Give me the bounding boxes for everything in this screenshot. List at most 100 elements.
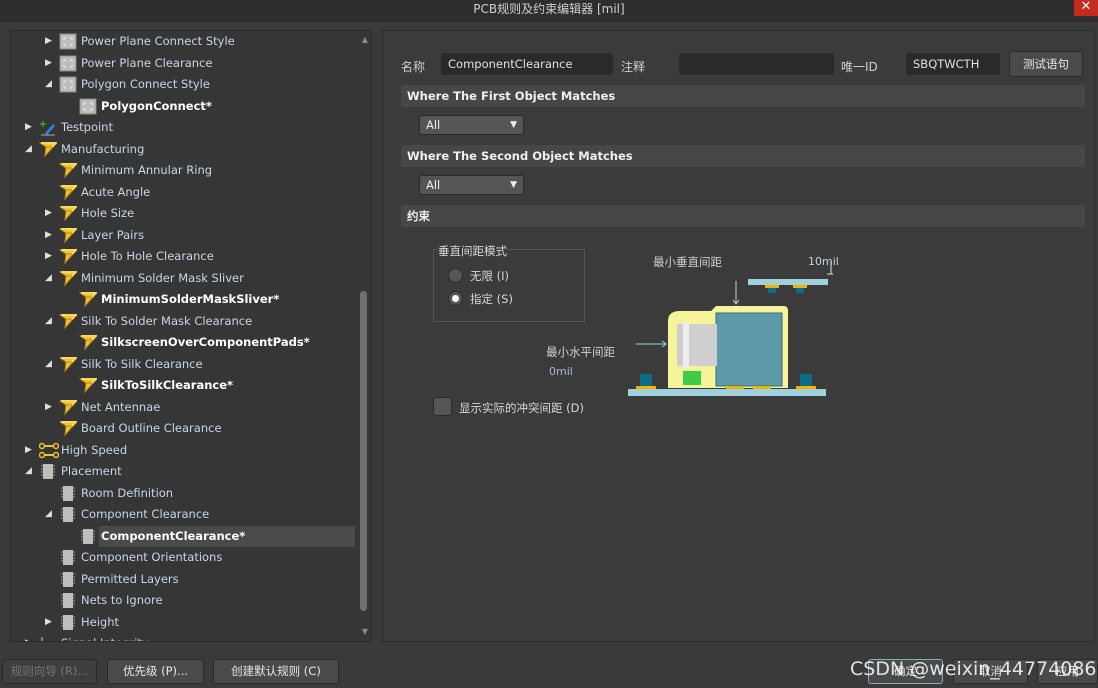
tree-item[interactable]: Nets to Ignore (11, 590, 355, 611)
collapse-arrow-icon[interactable]: ▶ (45, 203, 55, 224)
title-bar: PCB规则及约束编辑器 [mil] ✕ (0, 0, 1098, 22)
mfg-rule-icon (58, 420, 79, 437)
collapse-arrow-icon[interactable]: ▶ (25, 633, 35, 641)
testpoint-rule-icon (39, 119, 57, 136)
tree-item-label: Nets to Ignore (81, 593, 163, 607)
second-object-select[interactable]: All ▼ (419, 175, 524, 195)
priority-button[interactable]: 优先级 (P)... (107, 659, 204, 684)
radio-specified[interactable] (448, 291, 463, 306)
expand-arrow-icon[interactable]: ◢ (25, 139, 35, 160)
collapse-arrow-icon[interactable]: ▶ (45, 397, 55, 418)
radio-infinite[interactable] (448, 268, 463, 283)
tree-item-label: Signal Integrity (59, 633, 153, 641)
mfg-rule-icon (78, 334, 99, 351)
tree-item[interactable]: ▶ Height (11, 612, 355, 633)
tree-item-label: Height (81, 614, 120, 629)
tree-item[interactable]: Room Definition (11, 483, 355, 504)
mfg-rule-icon (58, 399, 79, 416)
tree-item-label: Silk To Silk Clearance (81, 356, 203, 371)
collapse-arrow-icon[interactable]: ▶ (45, 246, 55, 267)
expand-arrow-icon[interactable]: ◢ (45, 74, 55, 95)
tree-item[interactable]: ◢ Placement (11, 461, 355, 482)
tree-item[interactable]: Minimum Annular Ring (11, 160, 355, 181)
tree-item-label: Power Plane Connect Style (81, 34, 235, 48)
tree-item-label: Testpoint (61, 120, 113, 134)
tree-item[interactable]: ▶ Net Antennae (11, 397, 355, 418)
create-default-rules-button[interactable]: 创建默认规则 (C) (213, 659, 339, 684)
mfg-rule-icon (78, 291, 99, 308)
tree-item-label: ComponentClearance* (99, 525, 355, 547)
close-button[interactable]: ✕ (1074, 0, 1098, 16)
scroll-down-icon[interactable]: ▼ (362, 627, 368, 636)
tree-item[interactable]: Permitted Layers (11, 569, 355, 590)
chip-rule-icon (59, 549, 77, 566)
tree-item[interactable]: ComponentClearance* (11, 525, 355, 547)
chip-rule-icon (59, 506, 77, 523)
plane-rule-icon (59, 33, 77, 50)
tree-item[interactable]: ◢ Minimum Solder Mask Sliver (11, 268, 355, 289)
tree-item[interactable]: ▶ Hole To Hole Clearance (11, 246, 355, 267)
rule-wizard-button[interactable]: 规则向导 (R)... (2, 659, 97, 684)
collapse-arrow-icon[interactable]: ▶ (45, 612, 55, 633)
tree-item-label: Placement (61, 464, 122, 478)
mfg-rule-icon (58, 248, 79, 265)
tree-item[interactable]: ▶ Hole Size (11, 203, 355, 224)
collapse-arrow-icon[interactable]: ▶ (45, 53, 55, 74)
tree-scrollbar[interactable] (360, 291, 367, 611)
tree-item[interactable]: PolygonConnect* (11, 96, 355, 117)
highspeed-rule-icon (38, 442, 60, 459)
scroll-up-icon[interactable]: ▲ (362, 35, 368, 44)
name-input[interactable]: ComponentClearance (441, 53, 613, 75)
tree-item[interactable]: SilkToSilkClearance* (11, 375, 355, 396)
comment-label: 注释 (621, 60, 646, 74)
unique-id-input[interactable]: SBQTWCTH (906, 53, 1000, 75)
tree-item[interactable]: ▶ Signal Integrity (11, 633, 355, 641)
tree-item-label: MinimumSolderMaskSliver* (101, 292, 280, 306)
tree-item[interactable]: ◢ Manufacturing (11, 139, 355, 160)
close-icon: ✕ (1080, 0, 1092, 14)
collapse-arrow-icon[interactable]: ▶ (25, 440, 35, 461)
tree-item[interactable]: Acute Angle (11, 182, 355, 203)
tree-item[interactable]: ▶ Layer Pairs (11, 225, 355, 246)
show-actual-checkbox[interactable] (433, 397, 452, 416)
test-query-button[interactable]: 测试语句 (1009, 51, 1083, 77)
tree-item[interactable]: Component Orientations (11, 547, 355, 568)
chip-rule-icon (59, 571, 77, 588)
tree-item[interactable]: MinimumSolderMaskSliver* (11, 289, 355, 310)
tree-item[interactable]: ▶ Testpoint (11, 117, 355, 138)
tree-item[interactable]: ◢ Silk To Silk Clearance (11, 354, 355, 375)
tree-item-label: Layer Pairs (81, 227, 145, 242)
tree-item[interactable]: ◢ Component Clearance (11, 504, 355, 525)
tree-item-label: Net Antennae (81, 399, 161, 414)
comment-input[interactable] (679, 53, 834, 75)
mfg-rule-icon (58, 205, 79, 222)
expand-arrow-icon[interactable]: ◢ (45, 311, 55, 332)
tree-item[interactable]: ▶ High Speed (11, 440, 355, 461)
expand-arrow-icon[interactable]: ◢ (25, 461, 35, 482)
constraints-header: 约束 (401, 205, 1085, 227)
tree-item[interactable]: Board Outline Clearance (11, 418, 355, 439)
tree-item-label: Hole Size (81, 206, 135, 220)
rule-tree[interactable]: ▲ ▼ ▶ Power Plane Connect Style ▶ Power Pla… (10, 30, 372, 642)
watermark: CSDN @weixin_44774086 (850, 658, 1097, 680)
tree-item[interactable]: SilkscreenOverComponentPads* (11, 332, 355, 353)
min-horizontal-value[interactable]: 0mil (549, 365, 573, 378)
expand-arrow-icon[interactable]: ◢ (45, 268, 55, 289)
expand-arrow-icon[interactable]: ◢ (45, 354, 55, 375)
collapse-arrow-icon[interactable]: ▶ (45, 225, 55, 246)
tree-item[interactable]: ◢ Polygon Connect Style (11, 74, 355, 95)
tree-item[interactable]: ▶ Power Plane Connect Style (11, 31, 355, 52)
tree-item[interactable]: ▶ Power Plane Clearance (11, 53, 355, 74)
signal-rule-icon (39, 635, 57, 641)
expand-arrow-icon[interactable]: ◢ (45, 504, 55, 525)
mfg-rule-icon (58, 270, 79, 287)
plane-rule-icon (59, 55, 77, 72)
first-object-select[interactable]: All ▼ (419, 115, 524, 135)
collapse-arrow-icon[interactable]: ▶ (45, 31, 55, 52)
tree-item[interactable]: ◢ Silk To Solder Mask Clearance (11, 311, 355, 332)
collapse-arrow-icon[interactable]: ▶ (25, 117, 35, 138)
mfg-rule-icon (58, 313, 79, 330)
tree-item-label: Component Clearance (81, 507, 210, 521)
tree-item-label: Manufacturing (61, 141, 145, 156)
mfg-rule-icon (78, 377, 99, 394)
